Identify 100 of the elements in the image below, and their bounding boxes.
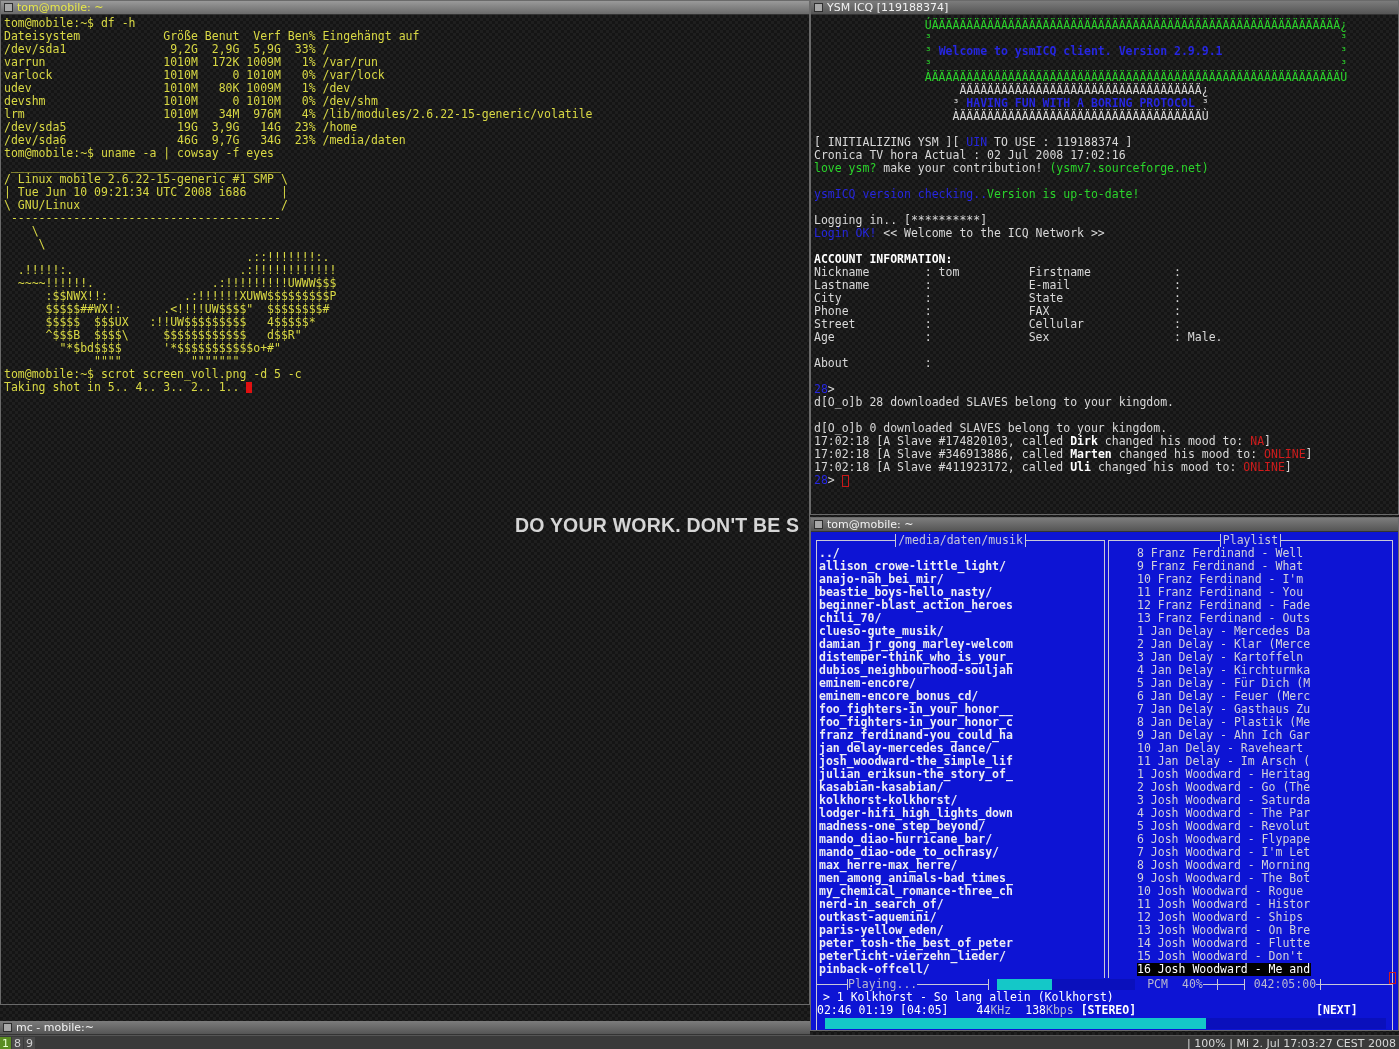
playlist-item[interactable]: 6 Jan Delay - Feuer (Merc [1137,690,1312,703]
file-item[interactable]: my_chemical_romance-three_ch [819,885,1102,898]
terminal-line: ³ ³ [923,32,1348,45]
playlist-item[interactable]: 9 Franz Ferdinand - What [1137,560,1305,573]
terminal-line: varrun 1010M 172K 1009M 1% /var/run [4,56,378,69]
playlist-item[interactable]: 7 Jan Delay - Gasthaus Zu [1137,703,1312,716]
volume-reading: 40% [1181,978,1203,991]
terminal-line: "*$bd$$$$ '*$$$$$$$$$$$o+#" [58,342,281,355]
playlist-item[interactable]: 4 Josh Woodward - The Par [1137,807,1312,820]
terminal-line: City : State : [814,292,1181,305]
workspace-button[interactable]: 1 [0,1036,11,1049]
playlist-item[interactable]: 13 Josh Woodward - On Bre [1137,924,1312,937]
file-item[interactable]: lodger-hifi_high_lights_down [819,807,1102,820]
playlist-item[interactable]: 4 Jan Delay - Kirchturmka [1137,664,1312,677]
playlist-item[interactable]: 13 Franz Ferdinand - Outs [1137,612,1312,625]
file-item[interactable]: distemper-think_who_is_your_ [819,651,1102,664]
file-item[interactable]: mando_diao-hurricane_bar/ [819,833,1102,846]
file-item[interactable]: foo_fighters-in_your_honor__ [819,703,1102,716]
terminal-line: udev 1010M 80K 1009M 1% /dev [4,82,351,95]
file-item[interactable]: peterlicht-vierzehn_lieder/ [819,950,1102,963]
playlist-item[interactable]: 15 Josh Woodward - Don't [1137,950,1305,963]
file-item[interactable]: kasabian-kasabian/ [819,781,1102,794]
playlist-item[interactable]: 8 Franz Ferdinand - Well [1137,547,1305,560]
file-item[interactable]: madness-one_step_beyond/ [819,820,1102,833]
frequency: 44 [976,1004,991,1017]
terminal-line: /dev/sda5 19G 3,9G 14G 23% /home [4,121,358,134]
playlist-item[interactable]: 3 Josh Woodward - Saturda [1137,794,1312,807]
terminal-line: \ GNU/Linux / [4,199,288,212]
terminal-line: varlock 1010M 0 1010M 0% /var/lock [4,69,385,82]
file-item[interactable]: allison_crowe-little_light/ [819,560,1102,573]
status-text: | 100% | Mi 2. Jul 17:03:27 CEST 2008 [1187,1036,1397,1049]
file-item[interactable]: anajo-nah_bei_mir/ [819,573,1102,586]
playlist-item[interactable]: 12 Josh Woodward - Ships [1137,911,1305,924]
playlist-item[interactable]: 12 Franz Ferdinand - Fade [1137,599,1312,612]
playlist-item[interactable]: 2 Jan Delay - Klar (Merce [1137,638,1312,651]
playlist-item[interactable]: 6 Josh Woodward - Flypape [1137,833,1312,846]
channel-mode: [STEREO] [1080,1004,1137,1017]
file-item[interactable]: outkast-aquemini/ [819,911,1102,924]
playlist-item[interactable]: 10 Franz Ferdinand - I'm [1137,573,1305,586]
playlist-item[interactable]: 9 Jan Delay - Ahn Ich Gar [1137,729,1312,742]
terminal-line: ~~~~!!!!!!. .:!!!!!!!!!UWWW$$$ [16,277,337,290]
terminal-line: tom@mobile:~$ df -h [4,17,136,30]
file-item[interactable]: peter_tosh-the_best_of_peter [819,937,1102,950]
total-time: 042:05:00 [1253,978,1317,991]
file-item[interactable]: damian_jr_gong_marley-welcom [819,638,1102,651]
file-item[interactable]: josh_woodward-the_simple_lif [819,755,1102,768]
terminal-line: \ [37,238,46,251]
terminal-line: love ysm? make your contribution! (ysmv7.sourceforge.net) [814,162,1209,175]
file-item[interactable]: ../ [819,547,1102,560]
file-item[interactable]: eminem-encore_bonus_cd/ [819,690,1102,703]
file-item[interactable]: kolkhorst-kolkhorst/ [819,794,1102,807]
playlist-item[interactable]: 8 Josh Woodward - Morning [1137,859,1312,872]
file-item[interactable]: jan_delay-mercedes_dance/ [819,742,1102,755]
playlist-item[interactable]: 5 Josh Woodward - Revolut [1137,820,1312,833]
terminal-line: 28> [814,474,836,487]
playlist-item[interactable]: 1 Josh Woodward - Heritag [1137,768,1312,781]
playlist-item[interactable]: 11 Jan Delay - Im Arsch ( [1137,755,1312,768]
file-item[interactable]: nerd-in_search_of/ [819,898,1102,911]
playlist-item[interactable]: 10 Jan Delay - Raveheart [1137,742,1305,755]
file-item[interactable]: max_herre-max_herre/ [819,859,1102,872]
playlist-item[interactable]: 7 Josh Woodward - I'm Let [1137,846,1312,859]
bitrate: 138 [1025,1004,1046,1017]
file-item[interactable]: paris-yellow_eden/ [819,924,1102,937]
bitrate-unit: Kbps [1046,1004,1074,1017]
window-title: mc - mobile:~ [16,1021,94,1034]
file-item[interactable]: men_among_animals-bad_times_ [819,872,1102,885]
terminal-line: ^$$$B $$$$\ $$$$$$$$$$$$ d$$R" [44,329,302,342]
file-item[interactable]: dubios_neighbourhood-souljah [819,664,1102,677]
terminal-line: $$$$$##WX!: .<!!!!UW$$$$" $$$$$$$$# [44,303,330,316]
playlist-item[interactable]: 2 Josh Woodward - Go (The [1137,781,1312,794]
playlist-item[interactable]: 3 Jan Delay - Kartoffeln [1137,651,1305,664]
file-item[interactable]: franz_ferdinand-you_could_ha [819,729,1102,742]
playlist-item[interactable]: 14 Josh Woodward - Flutte [1137,937,1312,950]
playlist-item[interactable]: 16 Josh Woodward - Me and [1137,963,1312,976]
playlist-item[interactable]: 1 Jan Delay - Mercedes Da [1137,625,1312,638]
file-item[interactable]: clueso-gute_musik/ [819,625,1102,638]
playlist-item[interactable]: 11 Josh Woodward - Histor [1137,898,1312,911]
file-item[interactable]: foo_fighters-in_your_honor_c [819,716,1102,729]
terminal-line: """" """"""" [93,355,240,368]
file-item[interactable]: beginner-blast_action_heroes [819,599,1102,612]
window-title: tom@mobile: ~ [17,1,104,14]
window-title: tom@mobile: ~ [827,518,914,531]
workspace-button[interactable]: 9 [24,1036,35,1049]
terminal-line: Logging in.. [**********] [814,214,988,227]
terminal-line: d[O_o]b 0 downloaded SLAVES belong to your kingdom. [814,422,1168,435]
file-item[interactable]: julian_eriksun-the_story_of_ [819,768,1102,781]
file-item[interactable]: beastie_boys-hello_nasty/ [819,586,1102,599]
terminal-line: /dev/sda1 9,2G 2,9G 5,9G 33% / [4,43,330,56]
playlist-item[interactable]: 11 Franz Ferdinand - You [1137,586,1305,599]
workspace-button[interactable]: 8 [12,1036,23,1049]
terminal-line: | Tue Jun 10 09:21:34 UTC 2008 i686 | [4,186,288,199]
file-item[interactable]: chili_70/ [819,612,1102,625]
playlist-item[interactable]: 9 Josh Woodward - The Bot [1137,872,1312,885]
playlist-item[interactable]: 10 Josh Woodward - Rogue [1137,885,1305,898]
file-item[interactable]: eminem-encore/ [819,677,1102,690]
playlist-item[interactable]: 8 Jan Delay - Plastik (Me [1137,716,1312,729]
terminal-line: Dateisystem Größe Benut Verf Ben% Eingehängt auf [4,30,420,43]
file-item[interactable]: pinback-offcell/ [819,963,1102,976]
file-item[interactable]: mando_diao-ode_to_ochrasy/ [819,846,1102,859]
playlist-item[interactable]: 5 Jan Delay - Für Dich (M [1137,677,1312,690]
